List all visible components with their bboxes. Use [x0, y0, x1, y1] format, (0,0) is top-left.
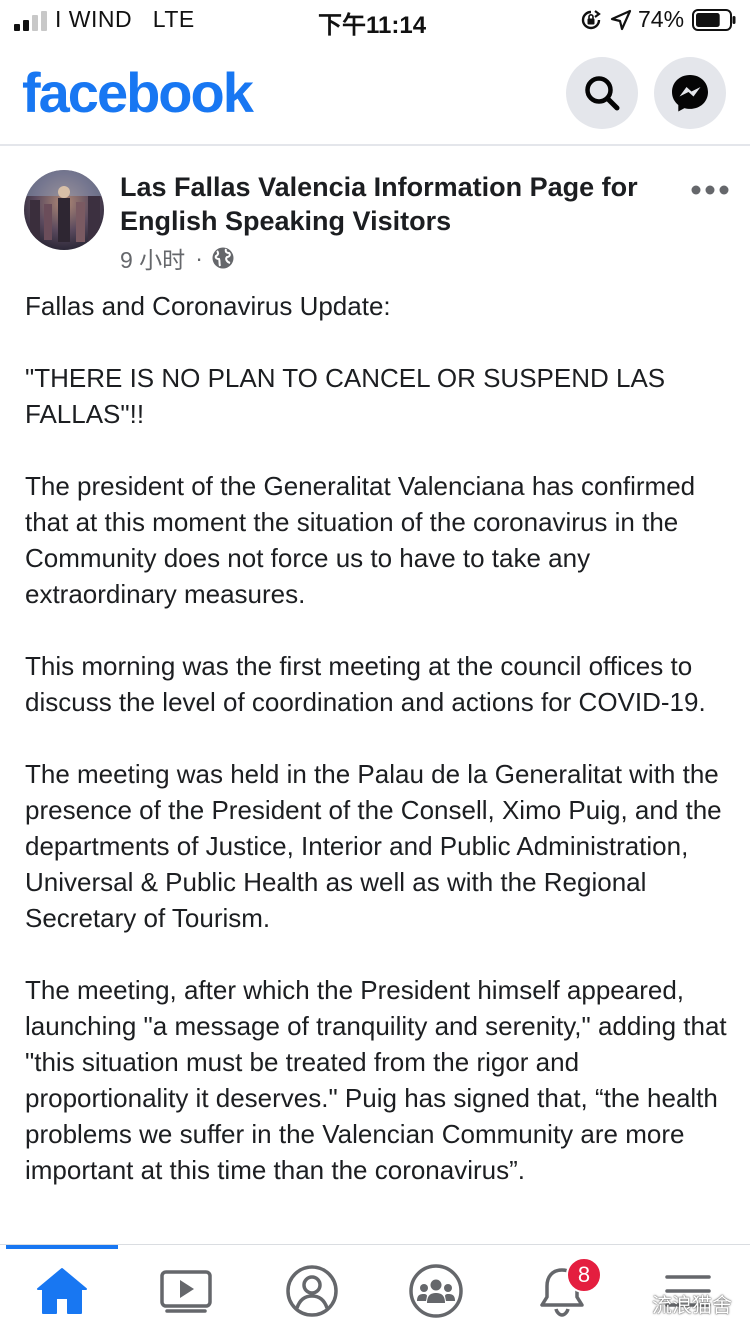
meta-separator: ·: [195, 244, 203, 271]
avatar-photo: [24, 170, 104, 250]
wechat-icon: [618, 1292, 645, 1314]
search-icon: [585, 76, 620, 111]
globe-icon: [212, 247, 234, 269]
search-button[interactable]: [566, 57, 638, 129]
tab-watch[interactable]: [158, 1263, 214, 1319]
groups-icon: [409, 1264, 463, 1318]
bottom-tab-bar: 8 流浪猫舍: [0, 1244, 750, 1334]
watermark: 流浪猫舍: [618, 1289, 732, 1318]
post-paragraph: "THERE IS NO PLAN TO CANCEL OR SUSPEND L…: [25, 363, 666, 429]
facebook-logo[interactable]: facebook: [22, 60, 254, 125]
signal-strength-icon: [14, 11, 47, 31]
tab-groups[interactable]: [408, 1263, 464, 1319]
carrier-name: I WIND LTE: [55, 6, 195, 32]
notification-badge: 8: [566, 1257, 602, 1293]
orientation-lock-icon: [581, 10, 601, 30]
page-avatar[interactable]: [24, 170, 104, 250]
network-type: LTE: [152, 6, 195, 32]
tab-home[interactable]: [34, 1263, 90, 1319]
watch-icon: [160, 1270, 212, 1313]
post-paragraph: Fallas and Coronavirus Update:: [25, 291, 391, 321]
post-paragraph: The president of the Generalitat Valenci…: [25, 471, 696, 609]
tab-profile[interactable]: [284, 1263, 340, 1319]
feed-post: Las Fallas Valencia Information Page for…: [0, 148, 750, 1244]
status-bar: I WIND LTE 下午11:14 74%: [0, 0, 750, 40]
status-time: 下午11:14: [318, 12, 427, 39]
location-arrow-icon: [610, 9, 632, 31]
post-body: Fallas and Coronavirus Update: "THERE IS…: [25, 288, 730, 1224]
messenger-icon: [672, 75, 708, 112]
active-tab-indicator: [6, 1245, 118, 1249]
more-options-icon[interactable]: [690, 184, 730, 196]
post-paragraph: The meeting, after which the President h…: [25, 975, 727, 1185]
post-paragraph: This morning was the first meeting at th…: [25, 651, 706, 717]
battery-icon: [692, 9, 736, 31]
watermark-text: 流浪猫舍: [652, 1295, 732, 1317]
post-author-name[interactable]: Las Fallas Valencia Information Page for…: [120, 170, 680, 238]
profile-icon: [286, 1265, 338, 1317]
post-paragraph: The meeting was held in the Palau de la …: [25, 759, 722, 933]
post-timestamp[interactable]: 9 小时: [120, 241, 185, 275]
home-icon: [37, 1268, 87, 1314]
messenger-button[interactable]: [654, 57, 726, 129]
battery-percent: 74%: [638, 6, 685, 32]
app-header: facebook: [0, 40, 750, 146]
post-meta: 9 小时 ·: [120, 241, 235, 275]
